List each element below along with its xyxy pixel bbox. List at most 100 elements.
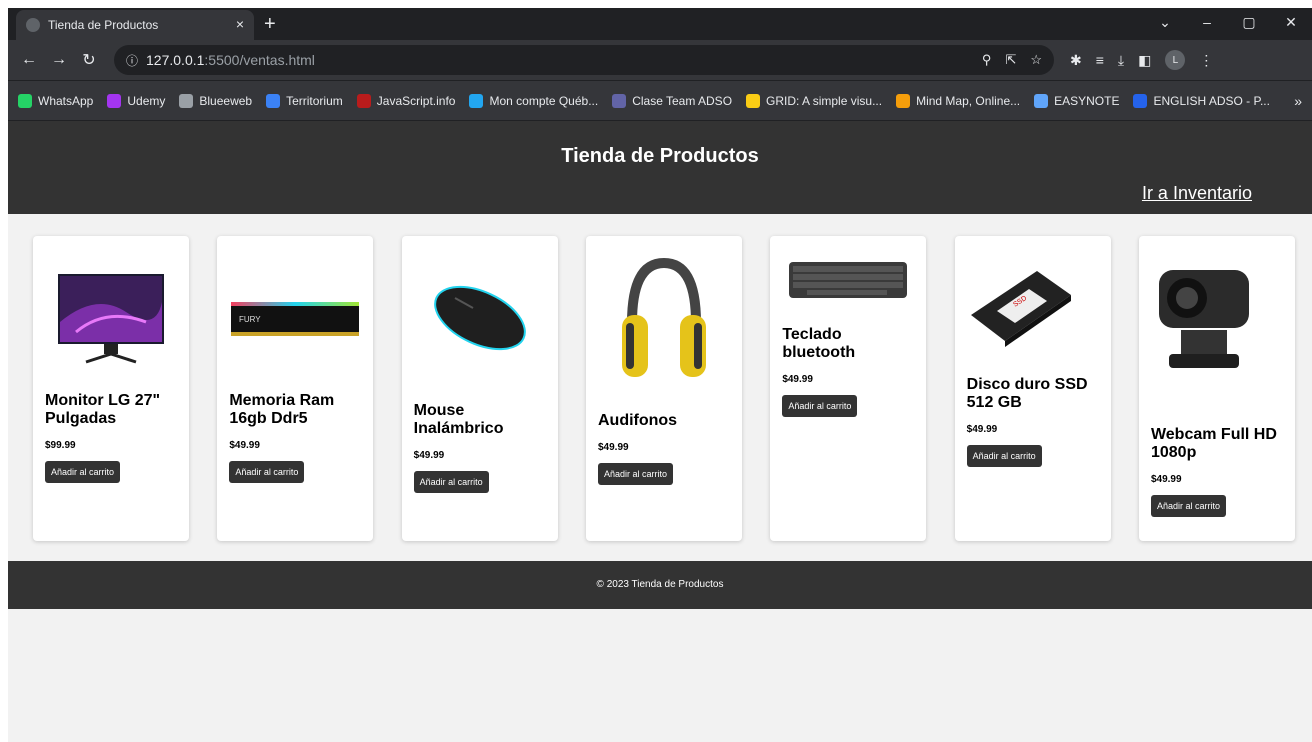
new-tab-button[interactable]: + — [264, 13, 276, 36]
product-name: Mouse Inalámbrico — [413, 402, 504, 437]
headphones-image — [598, 248, 730, 398]
add-to-cart-button[interactable]: Añadir al carrito — [597, 463, 674, 485]
site-info-icon[interactable]: ⓘ — [126, 52, 138, 69]
download-icon[interactable]: ⤓ — [1118, 52, 1124, 69]
product-price: $49.99 — [413, 450, 445, 461]
add-to-cart-button[interactable]: Añadir al carrito — [229, 461, 305, 483]
product-card: FURY Memoria Ram 16gb Ddr5 $49.99 Añadir… — [217, 236, 374, 541]
url-host: 127.0.0.1 — [146, 52, 205, 68]
tab-search-icon[interactable]: ⌄ — [1144, 8, 1186, 36]
browser-tab[interactable]: Tienda de Productos × — [16, 10, 254, 40]
product-price: $99.99 — [45, 440, 76, 451]
product-price: $49.99 — [966, 424, 998, 435]
product-card: Webcam Full HD 1080p $49.99 Añadir al ca… — [1138, 236, 1295, 541]
reload-icon[interactable]: ↻ — [76, 50, 102, 70]
web-page: Tienda de Productos Ir a Inventario Moni… — [8, 121, 1312, 742]
back-icon[interactable]: ← — [16, 51, 42, 69]
bookmark-favicon-icon — [469, 93, 484, 108]
browser-chrome: Tienda de Productos × + ⌄ – ▢ ✕ ← → ↻ ⓘ … — [8, 8, 1312, 121]
bookmark-item[interactable]: Mon compte Québ... — [469, 93, 599, 108]
inventory-link[interactable]: Ir a Inventario — [1142, 183, 1252, 204]
product-price: $49.99 — [597, 442, 629, 453]
bookmark-item[interactable]: GRID: A simple visu... — [746, 93, 882, 108]
close-window-icon[interactable]: ✕ — [1270, 8, 1312, 36]
browser-toolbar: ← → ↻ ⓘ 127.0.0.1:5500/ventas.html ⚲ ⇱ ☆… — [8, 40, 1312, 80]
product-name: Monitor LG 27" Pulgadas — [45, 392, 161, 427]
bookmark-favicon-icon — [107, 93, 122, 108]
close-tab-icon[interactable]: × — [236, 16, 244, 32]
product-price: $49.99 — [1150, 474, 1182, 485]
bookmark-star-icon[interactable]: ☆ — [1030, 52, 1042, 68]
url-text: 127.0.0.1:5500/ventas.html — [146, 52, 315, 68]
bookmark-favicon-icon — [896, 93, 911, 108]
bookmark-label: Udemy — [127, 93, 166, 108]
bookmark-favicon-icon — [1133, 93, 1148, 108]
bookmark-label: Territorium — [286, 93, 343, 108]
bookmark-label: Mind Map, Online... — [916, 93, 1021, 108]
svg-text:FURY: FURY — [239, 315, 261, 324]
site-footer: © 2023 Tienda de Productos — [8, 561, 1312, 609]
bookmark-item[interactable]: Territorium — [266, 93, 343, 108]
bookmark-favicon-icon — [612, 93, 627, 108]
footer-text: © 2023 Tienda de Productos — [596, 579, 724, 590]
bookmark-label: JavaScript.info — [376, 93, 456, 108]
bookmark-label: WhatsApp — [38, 93, 94, 108]
bookmark-item[interactable]: Mind Map, Online... — [896, 93, 1021, 108]
bookmark-label: ENGLISH ADSO - P... — [1153, 93, 1270, 108]
product-grid: Monitor LG 27" Pulgadas $99.99 Añadir al… — [33, 236, 1295, 541]
share-icon[interactable]: ⇱ — [1005, 52, 1016, 68]
monitor-image — [45, 258, 177, 378]
menu-icon[interactable]: ⋮ — [1199, 52, 1213, 69]
product-name: Audifonos — [597, 412, 678, 429]
bookmark-favicon-icon — [18, 93, 32, 108]
bookmark-favicon-icon — [266, 93, 281, 108]
bookmark-label: Blueeweb — [199, 93, 253, 108]
reading-list-icon[interactable]: ≡ — [1096, 52, 1104, 68]
site-header: Tienda de Productos Ir a Inventario — [8, 121, 1312, 214]
product-card: SSD Disco duro SSD 512 GB $49.99 Añadir … — [954, 236, 1111, 541]
add-to-cart-button[interactable]: Añadir al carrito — [413, 471, 489, 493]
tab-title: Tienda de Productos — [48, 18, 159, 32]
bookmark-label: EASYNOTE — [1054, 93, 1120, 108]
bookmark-item[interactable]: WhatsApp — [18, 93, 94, 108]
restore-icon[interactable]: ▢ — [1228, 8, 1270, 36]
zoom-icon[interactable]: ⚲ — [982, 52, 992, 68]
bookmark-label: Mon compte Québ... — [489, 93, 599, 108]
profile-avatar[interactable]: L — [1165, 50, 1186, 70]
side-panel-icon[interactable]: ◧ — [1138, 52, 1151, 69]
product-card: Mouse Inalámbrico $49.99 Añadir al carri… — [401, 236, 558, 541]
minimize-icon[interactable]: – — [1186, 8, 1228, 36]
keyboard-image — [782, 248, 914, 312]
add-to-cart-button[interactable]: Añadir al carrito — [782, 395, 858, 417]
product-name: Webcam Full HD 1080p — [1150, 426, 1277, 461]
product-card: Monitor LG 27" Pulgadas $99.99 Añadir al… — [33, 236, 189, 541]
bookmark-favicon-icon — [356, 93, 371, 108]
bookmark-item[interactable]: EASYNOTE — [1034, 93, 1120, 108]
bookmark-item[interactable]: JavaScript.info — [356, 93, 456, 108]
add-to-cart-button[interactable]: Añadir al carrito — [45, 461, 121, 483]
window-controls: ⌄ – ▢ ✕ — [1144, 8, 1312, 36]
product-price: $49.99 — [782, 374, 813, 385]
product-name: Teclado bluetooth — [782, 326, 856, 361]
add-to-cart-button[interactable]: Añadir al carrito — [966, 445, 1042, 467]
ram-image: FURY — [229, 258, 361, 378]
bookmark-item[interactable]: Blueeweb — [179, 93, 253, 108]
bookmark-item[interactable]: Clase Team ADSO — [612, 93, 733, 108]
bookmark-label: Clase Team ADSO — [632, 93, 733, 108]
forward-icon[interactable]: → — [46, 51, 72, 69]
product-price: $49.99 — [229, 440, 260, 451]
add-to-cart-button[interactable]: Añadir al carrito — [1150, 495, 1226, 517]
product-name: Disco duro SSD 512 GB — [966, 376, 1088, 411]
tab-strip: Tienda de Productos × + ⌄ – ▢ ✕ — [8, 8, 1312, 40]
globe-icon — [26, 18, 40, 32]
product-name: Memoria Ram 16gb Ddr5 — [229, 392, 335, 427]
bookmark-favicon-icon — [746, 93, 761, 108]
bookmark-item[interactable]: ENGLISH ADSO - P... — [1133, 93, 1270, 108]
url-path: :5500/ventas.html — [204, 52, 315, 68]
bookmark-item[interactable]: Udemy — [107, 93, 166, 108]
extensions-icon[interactable]: ✱ — [1070, 52, 1082, 69]
address-bar[interactable]: ⓘ 127.0.0.1:5500/ventas.html ⚲ ⇱ ☆ — [114, 45, 1054, 75]
bookmark-favicon-icon — [179, 93, 194, 108]
empty-area — [8, 609, 1312, 742]
more-bookmarks-icon[interactable]: » — [1294, 93, 1302, 109]
